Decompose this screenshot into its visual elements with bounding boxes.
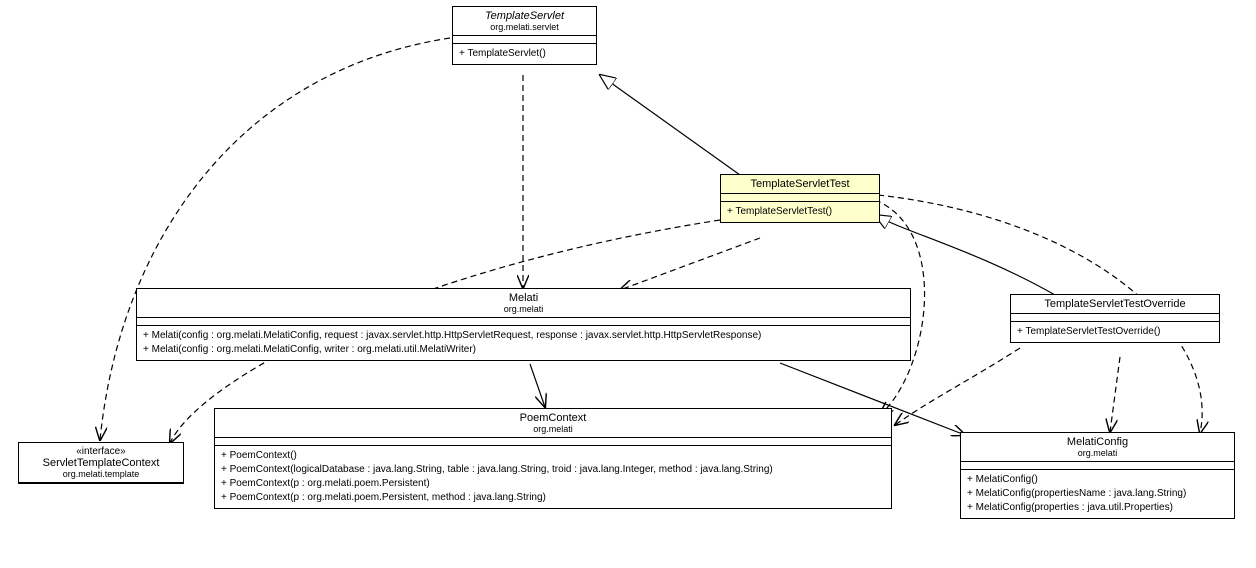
class-melati: Melati org.melati + Melati(config : org.… <box>136 288 911 361</box>
op: + PoemContext(p : org.melati.poem.Persis… <box>221 477 885 491</box>
op: + PoemContext() <box>221 449 885 463</box>
class-stereotype: «interface» <box>25 446 177 457</box>
op: + MelatiConfig(propertiesName : java.lan… <box>967 487 1228 501</box>
class-package: org.melati <box>143 304 904 314</box>
class-title: TemplateServletTestOverride <box>1017 298 1213 310</box>
class-templateservlet: TemplateServlet org.melati.servlet + Tem… <box>452 6 597 65</box>
class-templateservlettest: TemplateServletTest + TemplateServletTes… <box>720 174 880 223</box>
class-servlettemplatecontext: «interface» ServletTemplateContext org.m… <box>18 442 184 484</box>
class-title: PoemContext <box>221 412 885 424</box>
op: + MelatiConfig(properties : java.util.Pr… <box>967 501 1228 515</box>
op: + Melati(config : org.melati.MelatiConfi… <box>143 329 904 343</box>
class-package: org.melati.servlet <box>459 22 590 32</box>
class-package: org.melati <box>221 424 885 434</box>
class-package: org.melati.template <box>25 469 177 479</box>
edge-ts-to-stc <box>100 38 450 440</box>
class-package: org.melati <box>967 448 1228 458</box>
class-templateservlettestoverride: TemplateServletTestOverride + TemplateSe… <box>1010 294 1220 343</box>
class-title: MelatiConfig <box>967 436 1228 448</box>
class-title: TemplateServletTest <box>727 178 873 190</box>
op: + TemplateServletTest() <box>727 205 873 219</box>
class-poemcontext: PoemContext org.melati + PoemContext() +… <box>214 408 892 509</box>
op: + TemplateServletTestOverride() <box>1017 325 1213 339</box>
op: + TemplateServlet() <box>459 47 590 61</box>
class-title: Melati <box>143 292 904 304</box>
op: + Melati(config : org.melati.MelatiConfi… <box>143 343 904 357</box>
edge-tsto-to-mc <box>1110 357 1120 432</box>
op: + PoemContext(logicalDatabase : java.lan… <box>221 463 885 477</box>
op: + PoemContext(p : org.melati.poem.Persis… <box>221 491 885 505</box>
edge-melati-to-poem <box>530 364 545 407</box>
edge-tst-to-ts <box>600 75 740 175</box>
edge-tst-to-melati <box>620 238 760 290</box>
edge-tsto-to-poem <box>895 348 1020 425</box>
class-title: TemplateServlet <box>459 10 590 22</box>
edge-tsto-to-tst <box>875 215 1055 295</box>
class-title: ServletTemplateContext <box>25 457 177 469</box>
class-melaticonfig: MelatiConfig org.melati + MelatiConfig()… <box>960 432 1235 519</box>
op: + MelatiConfig() <box>967 473 1228 487</box>
